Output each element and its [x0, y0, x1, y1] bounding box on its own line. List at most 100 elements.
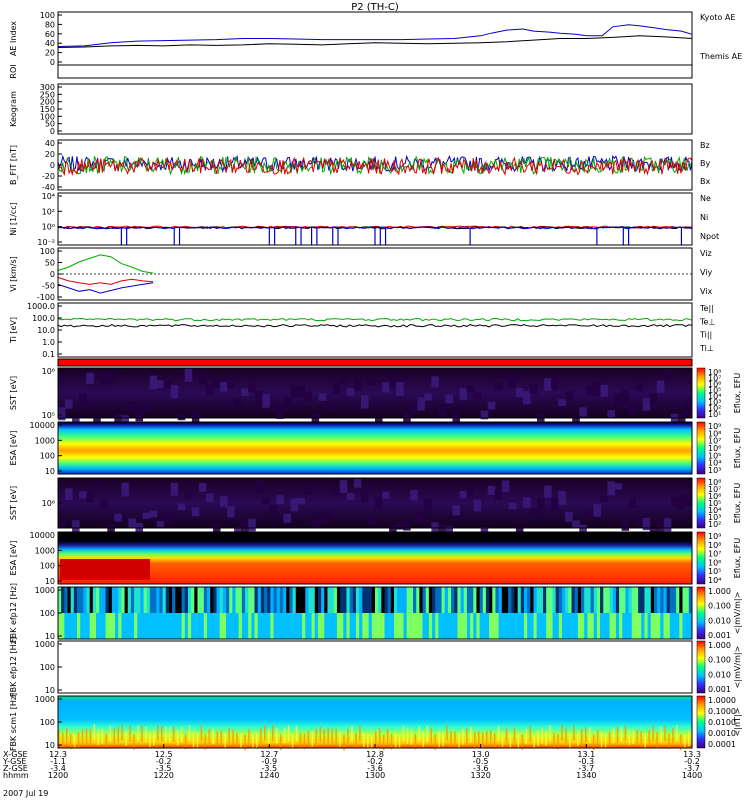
- spectrogram-cell: [227, 382, 235, 389]
- spectrogram-cell: [108, 613, 113, 639]
- spectrogram-cell: [276, 495, 284, 505]
- spectrogram-cell: [498, 587, 503, 613]
- spectrogram-cell: [100, 371, 108, 386]
- spectrogram-cell: [134, 587, 138, 613]
- spectrogram-cell: [585, 726, 587, 743]
- spectrogram-cell: [426, 725, 429, 742]
- spectrogram-cell: [77, 732, 80, 748]
- spectrogram-cell: [311, 613, 316, 639]
- ytick-label: 60: [45, 30, 55, 39]
- spectrogram-cell: [517, 587, 522, 613]
- spectrogram-cell: [137, 587, 141, 613]
- spectrogram-cell: [546, 613, 550, 639]
- spectrogram-cell: [343, 613, 347, 639]
- spectrogram-cell: [644, 733, 646, 749]
- colorbar-tick: 0.001: [708, 631, 731, 640]
- spectrogram-cell: [603, 613, 607, 639]
- spectrogram-cell: [299, 732, 302, 749]
- spectrogram-cell: [402, 726, 405, 742]
- spectrogram-cell: [234, 398, 242, 406]
- spectrogram-cell: [191, 587, 195, 613]
- spectrogram-cell: [414, 733, 417, 750]
- spectrogram-cell: [684, 401, 693, 416]
- spectrogram-cell: [229, 587, 233, 613]
- spectrogram-cell: [330, 613, 335, 639]
- spectrogram-cell: [485, 587, 490, 613]
- spectrogram-cell: [396, 382, 404, 396]
- spectrogram-cell: [581, 587, 585, 613]
- spectrogram-cell: [295, 587, 300, 613]
- spectrogram-cell: [432, 613, 436, 639]
- spectrogram-cell: [198, 483, 207, 492]
- spectrogram-cell: [339, 376, 348, 384]
- spectrogram-cell: [431, 376, 439, 388]
- spectrogram-cell: [498, 613, 503, 639]
- spectrogram-cell: [478, 731, 480, 747]
- spectrogram-cell: [156, 587, 160, 613]
- spectrogram-cell: [156, 520, 165, 527]
- ylabel-sst-elec: SST [eV]: [9, 486, 18, 520]
- spectrogram-cell: [428, 587, 433, 613]
- spectrogram-cell: [298, 587, 303, 613]
- spectrogram-cell: [593, 613, 598, 639]
- spectrogram-cell: [156, 613, 160, 639]
- spectrogram-cell: [470, 726, 472, 743]
- spectrogram-cell: [663, 613, 668, 639]
- spectrogram-cell: [359, 613, 363, 639]
- spectrogram-cell: [270, 587, 274, 613]
- ytick-label: 40: [45, 39, 55, 48]
- spectrogram-cell: [451, 613, 455, 639]
- spectrogram-cell: [497, 725, 500, 742]
- spectrogram-cell: [621, 517, 630, 531]
- spectrogram-cell: [508, 587, 512, 613]
- spectrogram-cell: [286, 613, 290, 639]
- spectrogram-cell: [194, 613, 198, 639]
- spectrogram-cell: [232, 587, 236, 613]
- spectrogram-cell: [381, 587, 385, 613]
- spectrogram-cell: [80, 613, 84, 639]
- time-axis: 12.3-1.1-3.4120012.5-0.2-3.5122012.7-0.9…: [2, 744, 702, 780]
- spectrogram-cell: [573, 724, 575, 741]
- spectrogram-cell: [628, 498, 637, 508]
- spectrogram-cell: [644, 613, 649, 639]
- series-line-Themis AE: [57, 35, 693, 48]
- spectrogram-cell: [574, 613, 579, 639]
- ylabel-roi: ROI: [9, 64, 18, 78]
- spectrogram-cell: [315, 728, 318, 745]
- spectrogram-cell: [663, 587, 668, 613]
- spectrogram-cell: [527, 587, 531, 613]
- spectrogram-cell: [508, 374, 517, 388]
- spectrogram-cell: [340, 613, 344, 639]
- spectrogram-cell: [77, 613, 81, 639]
- spectrogram-cell: [238, 613, 243, 639]
- ytick-label: 0: [50, 58, 55, 67]
- spectrogram-cell: [382, 382, 390, 393]
- spectrogram-cell: [530, 587, 534, 613]
- spectrogram-cell: [460, 587, 465, 613]
- spectrogram-cell: [203, 587, 208, 613]
- spectrogram-cell: [533, 587, 538, 613]
- spectrogram-cell: [178, 587, 183, 613]
- spectrogram-cell: [362, 613, 366, 639]
- spectrogram-cell: [283, 613, 287, 639]
- spectrogram-cell: [61, 587, 65, 613]
- spectrogram-cell: [470, 613, 474, 639]
- spectrogram-cell: [297, 385, 306, 398]
- spectrogram-cell: [482, 613, 487, 639]
- spectrogram-cell: [93, 724, 96, 741]
- spectrogram-cell: [352, 613, 357, 639]
- spectrogram-cell: [145, 726, 147, 743]
- spectrogram-cell: [307, 730, 310, 747]
- spectrogram-cell: [115, 587, 119, 613]
- spectrogram-cell: [254, 587, 259, 613]
- ytick-label: 10000: [30, 531, 55, 540]
- spectrogram-cell: [308, 587, 312, 613]
- spectrogram-cell: [644, 587, 649, 613]
- spectrogram-cell: [533, 613, 538, 639]
- spectrogram-cell: [634, 587, 639, 613]
- ytick-label: 10.0: [37, 326, 55, 335]
- spectrogram-cell: [413, 587, 417, 613]
- spectrogram-cell: [133, 734, 135, 750]
- spectrogram-cell: [197, 613, 202, 639]
- spectrogram-cell: [295, 725, 298, 742]
